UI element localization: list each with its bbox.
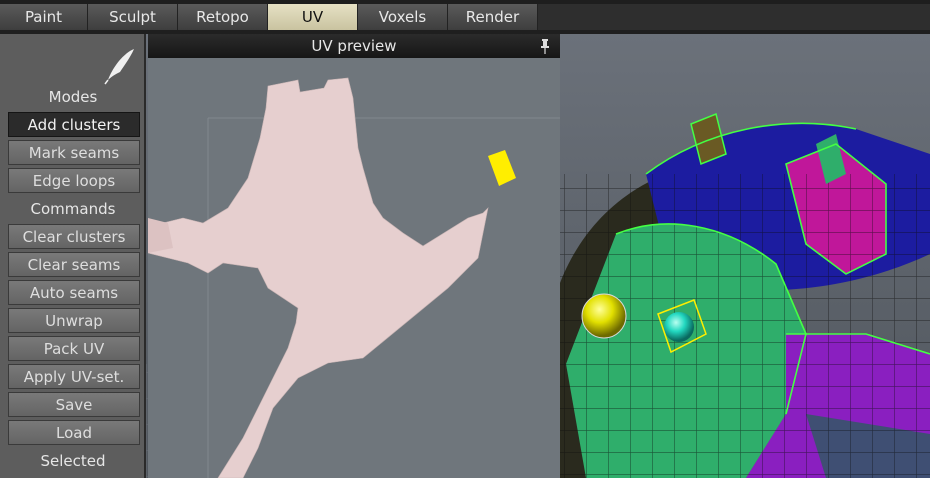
uv-selected-island[interactable]	[488, 150, 516, 186]
mode-tab-bar: Paint Sculpt Retopo UV Voxels Render	[0, 0, 930, 34]
edge-loops-button[interactable]: Edge loops	[8, 168, 140, 193]
clear-clusters-button[interactable]: Clear clusters	[8, 224, 140, 249]
selected-section-label: Selected	[40, 452, 106, 470]
tab-uv[interactable]: UV	[268, 4, 358, 30]
clear-seams-button[interactable]: Clear seams	[8, 252, 140, 277]
pack-uv-button[interactable]: Pack UV	[8, 336, 140, 361]
uv-preview-title: UV preview	[311, 37, 397, 55]
feather-logo-icon	[104, 49, 134, 85]
tab-retopo[interactable]: Retopo	[178, 4, 268, 30]
uv-canvas[interactable]	[148, 58, 560, 478]
modes-section-label: Modes	[48, 88, 98, 106]
apply-uv-set-button[interactable]: Apply UV-set.	[8, 364, 140, 389]
add-clusters-button[interactable]: Add clusters	[8, 112, 140, 137]
save-button[interactable]: Save	[8, 392, 140, 417]
pin-icon[interactable]	[538, 34, 552, 58]
load-button[interactable]: Load	[8, 420, 140, 445]
uv-preview-panel[interactable]: UV preview	[148, 34, 560, 478]
auto-seams-button[interactable]: Auto seams	[8, 280, 140, 305]
tab-sculpt[interactable]: Sculpt	[88, 4, 178, 30]
unwrap-button[interactable]: Unwrap	[8, 308, 140, 333]
tab-render[interactable]: Render	[448, 4, 538, 30]
mark-seams-button[interactable]: Mark seams	[8, 140, 140, 165]
uv-island[interactable]	[148, 77, 489, 478]
creature-eye-left	[581, 293, 627, 339]
uv-preview-header[interactable]: UV preview	[148, 34, 560, 58]
uv-tools-panel: Modes Add clusters Mark seams Edge loops…	[0, 34, 146, 478]
commands-section-label: Commands	[30, 200, 116, 218]
tab-paint[interactable]: Paint	[0, 4, 88, 30]
tab-voxels[interactable]: Voxels	[358, 4, 448, 30]
